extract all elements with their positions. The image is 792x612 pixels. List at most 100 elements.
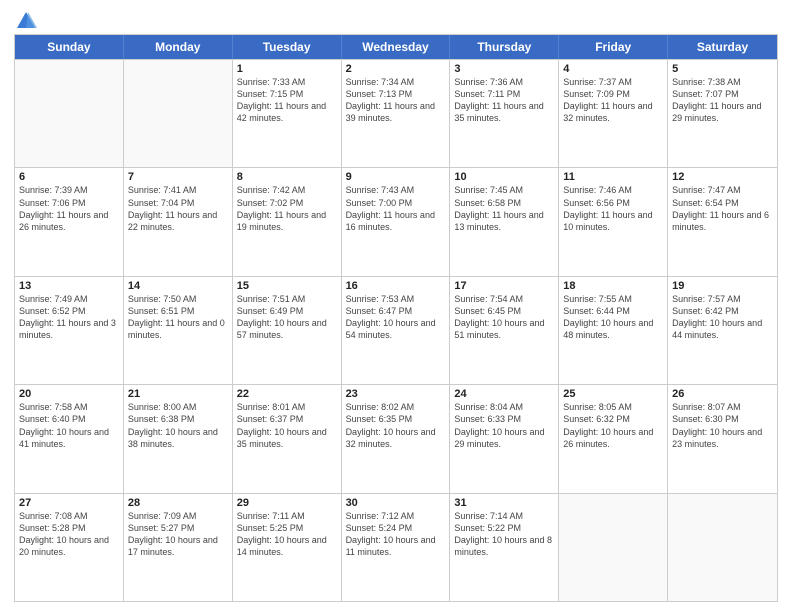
day-info: Sunrise: 7:46 AMSunset: 6:56 PMDaylight:… — [563, 184, 663, 233]
day-info: Sunrise: 7:53 AMSunset: 6:47 PMDaylight:… — [346, 293, 446, 342]
day-number: 10 — [454, 171, 554, 183]
calendar-day-25: 25Sunrise: 8:05 AMSunset: 6:32 PMDayligh… — [559, 385, 668, 492]
calendar-empty-cell — [124, 60, 233, 167]
day-info: Sunrise: 7:38 AMSunset: 7:07 PMDaylight:… — [672, 76, 773, 125]
day-number: 17 — [454, 280, 554, 292]
day-info: Sunrise: 7:55 AMSunset: 6:44 PMDaylight:… — [563, 293, 663, 342]
day-info: Sunrise: 7:50 AMSunset: 6:51 PMDaylight:… — [128, 293, 228, 342]
calendar-day-30: 30Sunrise: 7:12 AMSunset: 5:24 PMDayligh… — [342, 494, 451, 601]
day-info: Sunrise: 7:12 AMSunset: 5:24 PMDaylight:… — [346, 510, 446, 559]
calendar-day-29: 29Sunrise: 7:11 AMSunset: 5:25 PMDayligh… — [233, 494, 342, 601]
day-number: 8 — [237, 171, 337, 183]
calendar-day-31: 31Sunrise: 7:14 AMSunset: 5:22 PMDayligh… — [450, 494, 559, 601]
day-info: Sunrise: 7:54 AMSunset: 6:45 PMDaylight:… — [454, 293, 554, 342]
day-header-thursday: Thursday — [450, 35, 559, 59]
calendar-day-14: 14Sunrise: 7:50 AMSunset: 6:51 PMDayligh… — [124, 277, 233, 384]
calendar: SundayMondayTuesdayWednesdayThursdayFrid… — [14, 34, 778, 602]
day-number: 7 — [128, 171, 228, 183]
day-info: Sunrise: 7:14 AMSunset: 5:22 PMDaylight:… — [454, 510, 554, 559]
calendar-empty-cell — [668, 494, 777, 601]
day-number: 1 — [237, 63, 337, 75]
day-number: 9 — [346, 171, 446, 183]
calendar-day-15: 15Sunrise: 7:51 AMSunset: 6:49 PMDayligh… — [233, 277, 342, 384]
page-header — [14, 10, 778, 28]
day-number: 19 — [672, 280, 773, 292]
day-number: 5 — [672, 63, 773, 75]
calendar-week-3: 13Sunrise: 7:49 AMSunset: 6:52 PMDayligh… — [15, 276, 777, 384]
calendar-day-23: 23Sunrise: 8:02 AMSunset: 6:35 PMDayligh… — [342, 385, 451, 492]
day-number: 13 — [19, 280, 119, 292]
calendar-day-3: 3Sunrise: 7:36 AMSunset: 7:11 PMDaylight… — [450, 60, 559, 167]
day-number: 20 — [19, 388, 119, 400]
day-number: 3 — [454, 63, 554, 75]
calendar-day-16: 16Sunrise: 7:53 AMSunset: 6:47 PMDayligh… — [342, 277, 451, 384]
calendar-day-26: 26Sunrise: 8:07 AMSunset: 6:30 PMDayligh… — [668, 385, 777, 492]
day-info: Sunrise: 7:43 AMSunset: 7:00 PMDaylight:… — [346, 184, 446, 233]
calendar-day-9: 9Sunrise: 7:43 AMSunset: 7:00 PMDaylight… — [342, 168, 451, 275]
day-info: Sunrise: 8:00 AMSunset: 6:38 PMDaylight:… — [128, 401, 228, 450]
day-number: 2 — [346, 63, 446, 75]
day-info: Sunrise: 7:51 AMSunset: 6:49 PMDaylight:… — [237, 293, 337, 342]
calendar-week-5: 27Sunrise: 7:08 AMSunset: 5:28 PMDayligh… — [15, 493, 777, 601]
day-info: Sunrise: 7:41 AMSunset: 7:04 PMDaylight:… — [128, 184, 228, 233]
day-info: Sunrise: 7:45 AMSunset: 6:58 PMDaylight:… — [454, 184, 554, 233]
calendar-day-13: 13Sunrise: 7:49 AMSunset: 6:52 PMDayligh… — [15, 277, 124, 384]
day-number: 6 — [19, 171, 119, 183]
calendar-day-10: 10Sunrise: 7:45 AMSunset: 6:58 PMDayligh… — [450, 168, 559, 275]
calendar-day-11: 11Sunrise: 7:46 AMSunset: 6:56 PMDayligh… — [559, 168, 668, 275]
calendar-body: 1Sunrise: 7:33 AMSunset: 7:15 PMDaylight… — [15, 59, 777, 601]
day-number: 23 — [346, 388, 446, 400]
day-info: Sunrise: 7:58 AMSunset: 6:40 PMDaylight:… — [19, 401, 119, 450]
calendar-day-19: 19Sunrise: 7:57 AMSunset: 6:42 PMDayligh… — [668, 277, 777, 384]
day-info: Sunrise: 7:34 AMSunset: 7:13 PMDaylight:… — [346, 76, 446, 125]
calendar-day-5: 5Sunrise: 7:38 AMSunset: 7:07 PMDaylight… — [668, 60, 777, 167]
day-header-saturday: Saturday — [668, 35, 777, 59]
day-number: 30 — [346, 497, 446, 509]
calendar-day-12: 12Sunrise: 7:47 AMSunset: 6:54 PMDayligh… — [668, 168, 777, 275]
day-number: 15 — [237, 280, 337, 292]
day-number: 14 — [128, 280, 228, 292]
calendar-week-4: 20Sunrise: 7:58 AMSunset: 6:40 PMDayligh… — [15, 384, 777, 492]
day-info: Sunrise: 8:07 AMSunset: 6:30 PMDaylight:… — [672, 401, 773, 450]
calendar-day-20: 20Sunrise: 7:58 AMSunset: 6:40 PMDayligh… — [15, 385, 124, 492]
calendar-day-17: 17Sunrise: 7:54 AMSunset: 6:45 PMDayligh… — [450, 277, 559, 384]
calendar-week-1: 1Sunrise: 7:33 AMSunset: 7:15 PMDaylight… — [15, 59, 777, 167]
day-header-sunday: Sunday — [15, 35, 124, 59]
calendar-empty-cell — [15, 60, 124, 167]
calendar-day-8: 8Sunrise: 7:42 AMSunset: 7:02 PMDaylight… — [233, 168, 342, 275]
calendar-week-2: 6Sunrise: 7:39 AMSunset: 7:06 PMDaylight… — [15, 167, 777, 275]
day-info: Sunrise: 7:09 AMSunset: 5:27 PMDaylight:… — [128, 510, 228, 559]
day-number: 12 — [672, 171, 773, 183]
calendar-day-1: 1Sunrise: 7:33 AMSunset: 7:15 PMDaylight… — [233, 60, 342, 167]
calendar-day-18: 18Sunrise: 7:55 AMSunset: 6:44 PMDayligh… — [559, 277, 668, 384]
day-info: Sunrise: 7:33 AMSunset: 7:15 PMDaylight:… — [237, 76, 337, 125]
calendar-empty-cell — [559, 494, 668, 601]
day-info: Sunrise: 7:49 AMSunset: 6:52 PMDaylight:… — [19, 293, 119, 342]
day-info: Sunrise: 8:05 AMSunset: 6:32 PMDaylight:… — [563, 401, 663, 450]
calendar-day-4: 4Sunrise: 7:37 AMSunset: 7:09 PMDaylight… — [559, 60, 668, 167]
day-number: 31 — [454, 497, 554, 509]
day-number: 22 — [237, 388, 337, 400]
day-number: 27 — [19, 497, 119, 509]
day-number: 16 — [346, 280, 446, 292]
day-header-tuesday: Tuesday — [233, 35, 342, 59]
day-number: 21 — [128, 388, 228, 400]
day-info: Sunrise: 8:01 AMSunset: 6:37 PMDaylight:… — [237, 401, 337, 450]
day-info: Sunrise: 7:47 AMSunset: 6:54 PMDaylight:… — [672, 184, 773, 233]
day-info: Sunrise: 7:11 AMSunset: 5:25 PMDaylight:… — [237, 510, 337, 559]
day-number: 4 — [563, 63, 663, 75]
day-header-monday: Monday — [124, 35, 233, 59]
calendar-day-2: 2Sunrise: 7:34 AMSunset: 7:13 PMDaylight… — [342, 60, 451, 167]
calendar-day-28: 28Sunrise: 7:09 AMSunset: 5:27 PMDayligh… — [124, 494, 233, 601]
day-info: Sunrise: 7:36 AMSunset: 7:11 PMDaylight:… — [454, 76, 554, 125]
calendar-day-22: 22Sunrise: 8:01 AMSunset: 6:37 PMDayligh… — [233, 385, 342, 492]
day-header-friday: Friday — [559, 35, 668, 59]
day-number: 26 — [672, 388, 773, 400]
calendar-day-24: 24Sunrise: 8:04 AMSunset: 6:33 PMDayligh… — [450, 385, 559, 492]
calendar-day-6: 6Sunrise: 7:39 AMSunset: 7:06 PMDaylight… — [15, 168, 124, 275]
day-number: 25 — [563, 388, 663, 400]
day-info: Sunrise: 8:02 AMSunset: 6:35 PMDaylight:… — [346, 401, 446, 450]
calendar-day-27: 27Sunrise: 7:08 AMSunset: 5:28 PMDayligh… — [15, 494, 124, 601]
day-number: 28 — [128, 497, 228, 509]
day-info: Sunrise: 7:08 AMSunset: 5:28 PMDaylight:… — [19, 510, 119, 559]
